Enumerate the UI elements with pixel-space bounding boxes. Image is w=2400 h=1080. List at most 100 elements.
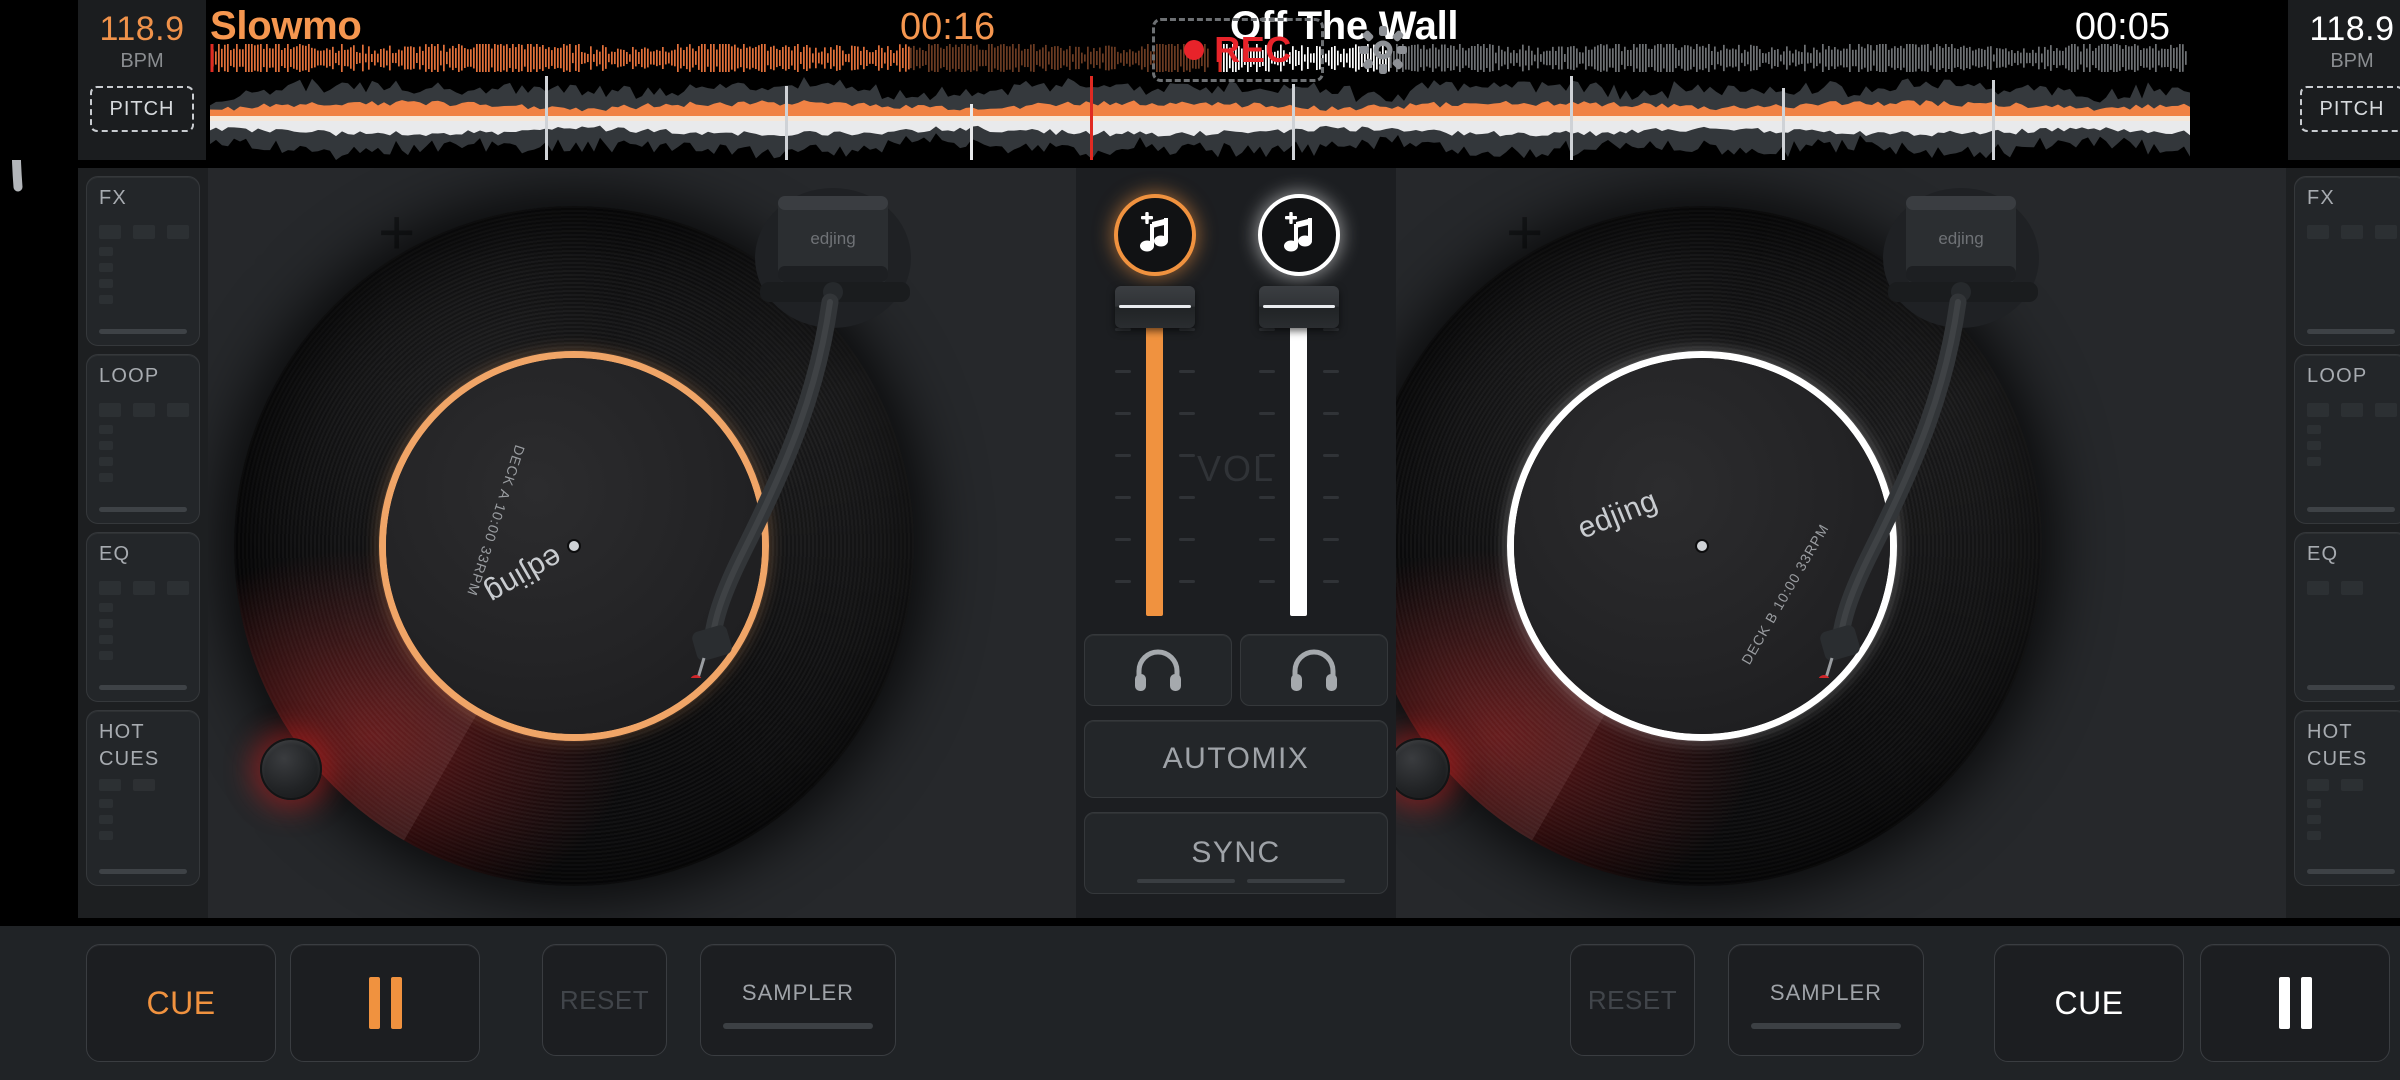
deck-a-cue-label: CUE [146,984,216,1021]
deck-a-track-title: Slowmo [210,4,362,48]
deck-a-bpm-label: BPM [120,50,164,72]
deck-b-pad-loop[interactable]: LOOP [2294,354,2400,524]
headphone-icon [1291,649,1337,691]
pad-grid [99,219,189,321]
pause-icon [368,977,402,1029]
deck-a-volume-fader[interactable] [1115,286,1195,616]
deck-a-reset-label: RESET [559,984,650,1015]
sync-button[interactable]: SYNC [1084,812,1388,894]
deck-b-pad-hot-cues[interactable]: HOT CUES [2294,710,2400,886]
deck-b-turntable-area[interactable]: + − edjing DECK B 10:00 33RPM edjing [1336,168,2286,918]
pad-bar [99,685,187,690]
deck-b-pitch-button[interactable]: PITCH [2300,86,2400,132]
deck-b-side-panel: FX LOOP EQ HOT CUES [2286,168,2400,918]
deck-a-spindle [569,541,579,551]
load-track-deck-b-button[interactable] [1258,194,1340,276]
pad-bar [2307,329,2395,334]
deck-b-vinyl-brand: edjing [1573,483,1663,546]
pause-icon [2278,977,2312,1029]
deck-b-time: 00:05 [2074,6,2170,48]
pad-label: EQ [2307,543,2339,565]
deck-a-sampler-label: SAMPLER [741,980,855,1005]
pad-grid [2307,397,2397,499]
record-label: REC [1214,29,1292,70]
pad-label: EQ [99,543,131,565]
pad-bar [2307,869,2395,874]
pad-grid [2307,219,2397,321]
record-button[interactable]: REC [1152,18,1324,82]
deck-a-fader-fill [1146,316,1163,616]
sampler-bar [723,1023,873,1029]
deck-b-fader-handle[interactable] [1259,286,1339,328]
deck-b-power-knob[interactable] [1388,738,1450,800]
deck-b-sampler-label: SAMPLER [1769,980,1883,1005]
pad-label: HOT CUES [2307,721,2368,770]
deck-a-bpm-value: 118.9 [99,10,185,48]
transport-bar: CUE RESET SAMPLER RESET SAMPLER CUE [0,926,2400,1080]
deck-a-cue-button[interactable]: CUE [86,944,276,1062]
sampler-bar [1751,1023,1901,1029]
deck-a-pad-fx[interactable]: FX [86,176,200,346]
pad-bar [99,507,187,512]
pad-grid [99,575,189,677]
pad-grid [2307,575,2395,677]
add-music-icon [1140,212,1168,252]
deck-a-pad-eq[interactable]: EQ [86,532,200,702]
pad-label: FX [99,187,127,209]
deck-a-play-pause-button[interactable] [290,944,480,1062]
deck-a-time: 00:16 [900,6,996,48]
deck-a-vinyl-label: edjing DECK A 10:00 33RPM [386,358,762,734]
gear-icon[interactable] [1355,22,1411,78]
record-dot-icon [1184,40,1205,60]
deck-a-fader-handle[interactable] [1115,286,1195,328]
deck-b-platter[interactable]: edjing DECK B 10:00 33RPM [1362,206,2042,886]
pad-label: LOOP [2307,365,2368,387]
deck-b-vinyl-meta: DECK B 10:00 33RPM [1738,520,1832,668]
automix-label: AUTOMIX [1162,742,1310,775]
deck-b-spindle [1697,541,1707,551]
deck-b-cue-button[interactable]: CUE [1994,944,2184,1062]
deck-b-bpm-panel: 118.9 BPM PITCH [2288,0,2400,160]
deck-a-turntable-area[interactable]: + − edjing DECK A 10:00 33RPM edjing [208,168,1158,918]
svg-text:edjing: edjing [1938,229,1983,248]
load-track-deck-a-button[interactable] [1114,194,1196,276]
main-waveform[interactable] [210,76,2190,160]
deck-a-headphone-cue-button[interactable] [1084,634,1232,706]
header-bar: 118.9 BPM PITCH 118.9 BPM PITCH Slowmo 0… [0,0,2400,160]
pad-grid [99,397,189,499]
deck-b-reset-button[interactable]: RESET [1570,944,1695,1056]
pad-bar [99,329,187,334]
svg-text:edjing: edjing [810,229,855,248]
sync-bar-left [1137,879,1235,883]
deck-a-sampler-button[interactable]: SAMPLER [700,944,896,1056]
mixer-panel: VOL AUTOMIX SYNC [1076,168,1396,918]
deck-a-power-knob[interactable] [260,738,322,800]
deck-b-pad-eq[interactable]: EQ [2294,532,2400,702]
pad-grid [99,779,187,861]
deck-a-platter[interactable]: edjing DECK A 10:00 33RPM [234,206,914,886]
deck-a-pad-hot-cues[interactable]: HOT CUES [86,710,200,886]
dj-app-root: 118.9 BPM PITCH 118.9 BPM PITCH Slowmo 0… [0,0,2400,1080]
deck-b-bpm-label: BPM [2330,50,2374,72]
deck-a-reset-button[interactable]: RESET [542,944,667,1056]
deck-a-bpm-panel: 118.9 BPM PITCH [78,0,206,160]
deck-b-sampler-button[interactable]: SAMPLER [1728,944,1924,1056]
deck-a-pad-loop[interactable]: LOOP [86,354,200,524]
pad-bar [99,869,187,874]
pad-bar [2307,507,2395,512]
pad-grid [2307,779,2395,861]
deck-b-vinyl-label: edjing DECK B 10:00 33RPM [1514,358,1890,734]
deck-b-fader-fill [1290,316,1307,616]
deck-b-reset-label: RESET [1587,984,1678,1015]
deck-b-play-pause-button[interactable] [2200,944,2390,1062]
deck-a-side-panel: FX LOOP EQ HOT CUES [78,168,208,918]
deck-b-bpm-value: 118.9 [2309,10,2395,48]
deck-b-headphone-cue-button[interactable] [1240,634,1388,706]
deck-b-pad-fx[interactable]: FX [2294,176,2400,346]
pad-label: HOT CUES [99,721,160,770]
automix-button[interactable]: AUTOMIX [1084,720,1388,798]
deck-a-pitch-button[interactable]: PITCH [90,86,194,132]
deck-b-volume-fader[interactable] [1259,286,1339,616]
pad-label: LOOP [99,365,160,387]
sync-label: SYNC [1191,836,1281,869]
